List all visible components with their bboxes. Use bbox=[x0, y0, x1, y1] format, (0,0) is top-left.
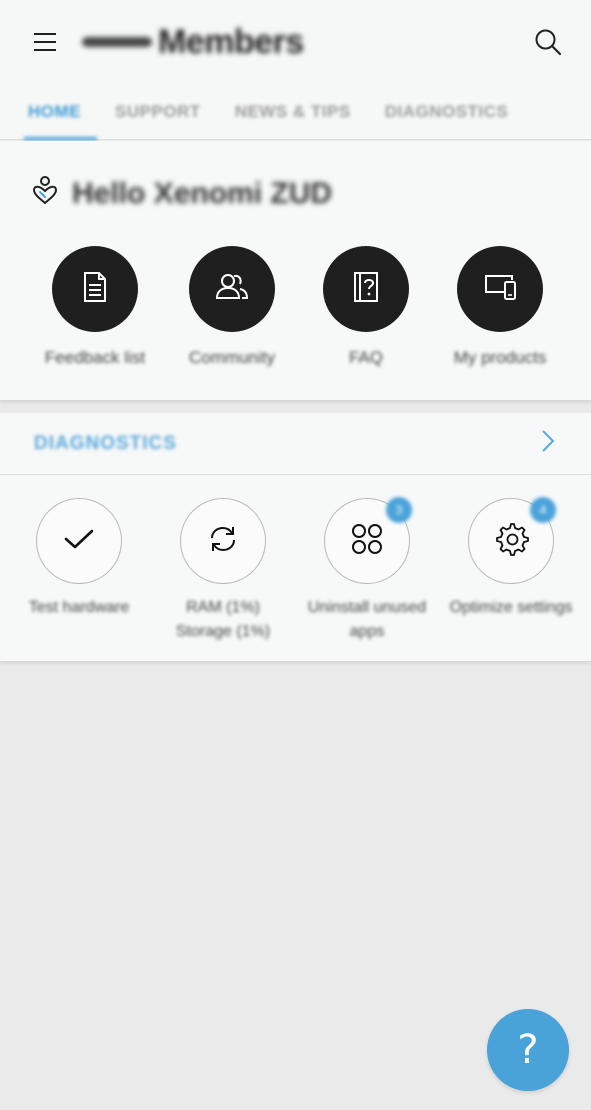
diag-ring[interactable] bbox=[180, 498, 266, 584]
diagnostics-title: DIAGNOSTICS bbox=[34, 432, 177, 454]
shortcut-feedback-list[interactable]: Feedback list bbox=[20, 246, 170, 368]
greeting-text: Hello Xenomi ZUD bbox=[72, 176, 333, 210]
gear-icon bbox=[493, 521, 529, 562]
diag-label-line: Uninstall unused bbox=[307, 599, 427, 616]
faq-book-icon bbox=[352, 271, 380, 308]
tab-home[interactable]: HOME bbox=[24, 84, 97, 140]
app-title: Members bbox=[82, 23, 304, 62]
search-icon[interactable] bbox=[531, 25, 565, 59]
shortcut-community[interactable]: Community bbox=[157, 246, 307, 368]
diag-label-line: Test hardware bbox=[28, 599, 130, 616]
shortcut-circle[interactable] bbox=[189, 246, 275, 332]
diag-label: Optimize settings bbox=[450, 596, 573, 620]
app-title-text: Members bbox=[158, 22, 304, 61]
shortcut-label: FAQ bbox=[348, 348, 383, 367]
diag-label-line: Storage (1%) bbox=[175, 623, 271, 640]
tab-diagnostics[interactable]: DIAGNOSTICS bbox=[385, 84, 509, 140]
shortcut-label: Feedback list bbox=[44, 348, 146, 367]
diag-label: Test hardware bbox=[29, 596, 130, 620]
check-icon bbox=[63, 527, 95, 556]
help-icon: ? bbox=[517, 1027, 539, 1073]
tab-news-tips[interactable]: NEWS & TIPS bbox=[235, 84, 351, 140]
diag-ram-storage[interactable]: RAM (1%) Storage (1%) bbox=[148, 498, 298, 644]
shortcut-circle[interactable] bbox=[52, 246, 138, 332]
shortcut-my-products[interactable]: My products bbox=[425, 246, 575, 368]
diag-ring[interactable]: 3 bbox=[324, 497, 412, 584]
devices-icon bbox=[483, 272, 517, 307]
diagnostics-card: Test hardware RAM (1%) Storage (1%) 3 Un… bbox=[0, 475, 591, 662]
tab-support[interactable]: SUPPORT bbox=[115, 84, 201, 140]
diag-label-line: apps bbox=[349, 623, 385, 640]
notification-badge: 4 bbox=[530, 497, 556, 523]
people-icon bbox=[215, 272, 249, 307]
diag-test-hardware[interactable]: Test hardware bbox=[4, 498, 154, 620]
shortcut-faq[interactable]: FAQ bbox=[291, 246, 441, 368]
shortcut-label: Community bbox=[189, 348, 275, 367]
greeting-row: Hello Xenomi ZUD bbox=[30, 175, 332, 212]
chevron-right-icon[interactable] bbox=[541, 429, 555, 458]
heart-person-icon bbox=[30, 175, 60, 212]
welcome-card: Hello Xenomi ZUD Feedback list Community… bbox=[0, 141, 591, 401]
shortcut-circle[interactable] bbox=[457, 246, 543, 332]
diag-label-line: RAM (1%) bbox=[186, 599, 260, 616]
diag-label: Uninstall unused apps bbox=[308, 596, 426, 644]
diag-ring[interactable]: 4 bbox=[468, 497, 556, 584]
diag-label: RAM (1%) Storage (1%) bbox=[176, 596, 270, 644]
diagnostics-header[interactable]: DIAGNOSTICS bbox=[0, 413, 591, 475]
app-bar-left: Members bbox=[30, 23, 304, 62]
diag-uninstall-unused-apps[interactable]: 3 Uninstall unused apps bbox=[292, 497, 442, 644]
apps-grid-icon bbox=[350, 522, 384, 561]
document-icon bbox=[80, 271, 110, 308]
brand-logo bbox=[82, 37, 152, 47]
notification-badge: 3 bbox=[386, 497, 412, 523]
diag-label-line: Optimize settings bbox=[449, 599, 573, 616]
shortcut-circle[interactable] bbox=[323, 246, 409, 332]
shortcut-label: My products bbox=[453, 348, 547, 367]
app-bar: Members bbox=[0, 0, 591, 84]
diag-ring[interactable] bbox=[36, 498, 122, 584]
sync-icon bbox=[206, 522, 240, 561]
tab-bar: HOME SUPPORT NEWS & TIPS DIAGNOSTICS bbox=[0, 84, 591, 140]
help-fab-button[interactable]: ? bbox=[487, 1009, 569, 1091]
hamburger-menu-icon[interactable] bbox=[30, 27, 60, 57]
diag-optimize-settings[interactable]: 4 Optimize settings bbox=[436, 497, 586, 620]
